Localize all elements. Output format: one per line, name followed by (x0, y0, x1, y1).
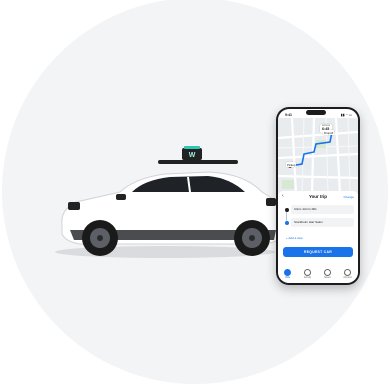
bookmark-tab-icon (323, 269, 331, 276)
pickup-dot-icon (284, 207, 289, 212)
front-sensor (68, 202, 80, 210)
tab-label: Account (343, 276, 352, 279)
car-tab-icon (284, 269, 292, 276)
trip-sheet: ‹ Your trip Change Clinic John's Mkt Sto… (278, 191, 358, 283)
tab-label: Saved (324, 276, 331, 279)
map-canvas (278, 118, 358, 194)
route-stops: Clinic John's Mkt Stockholm Hair Salon (282, 204, 354, 230)
roof-rail (158, 160, 238, 164)
phone-notch (306, 110, 326, 115)
tab-saved[interactable]: Saved (323, 269, 331, 281)
autonomous-car-illustration: W (40, 130, 290, 270)
front-wheel (82, 220, 118, 256)
dropoff-pin-label: Dropoff (323, 130, 335, 135)
tab-ride[interactable]: Ride (284, 269, 292, 281)
tab-label: Activity (303, 276, 312, 279)
bottom-tab-bar: Ride Activity Saved Account (278, 269, 358, 281)
tab-account[interactable]: Account (343, 269, 352, 281)
route-map[interactable]: Arrives 6:45 Pickup Dropoff (278, 118, 358, 194)
sensor-accent (184, 146, 200, 149)
status-icons: ▮▮ ◔ ▭ (340, 113, 352, 117)
mirror-sensor (116, 194, 126, 200)
car-icon: W (55, 146, 285, 258)
rear-wheel (234, 220, 270, 256)
tab-label: Ride (285, 276, 291, 279)
dropoff-square-icon (284, 220, 289, 225)
pickup-field[interactable]: Clinic John's Mkt (291, 205, 354, 214)
request-car-button[interactable]: REQUEST CAR (283, 247, 353, 257)
phone-screen: 9:41 ▮▮ ◔ ▭ Arrives 6:45 Pickup Dropoff (278, 109, 358, 283)
phone-mockup: 9:41 ▮▮ ◔ ▭ Arrives 6:45 Pickup Dropoff (276, 107, 360, 285)
status-time: 9:41 (285, 113, 293, 117)
add-stop-link[interactable]: + Add a stop (286, 236, 303, 240)
roof-logo: W (189, 152, 196, 159)
pickup-pin-label: Pickup (286, 162, 297, 167)
sheet-header: ‹ Your trip Change (278, 191, 358, 202)
clock-tab-icon (304, 269, 312, 276)
rear-sensor (266, 198, 276, 206)
tab-activity[interactable]: Activity (304, 269, 311, 281)
change-link[interactable]: Change (343, 195, 354, 199)
person-tab-icon (344, 269, 352, 276)
dropoff-field[interactable]: Stockholm Hair Salon (291, 218, 354, 227)
